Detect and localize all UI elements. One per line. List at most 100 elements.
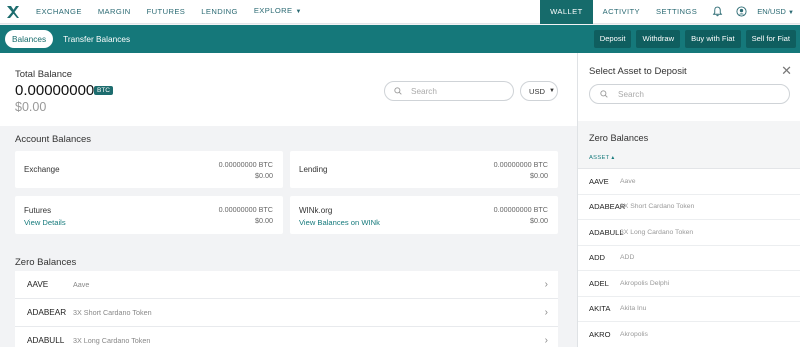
nav-lending[interactable]: LENDING <box>193 0 246 24</box>
search-input[interactable]: Search <box>384 81 514 101</box>
nav-exchange[interactable]: EXCHANGE <box>28 0 90 24</box>
asset-symbol: AKRO <box>589 329 611 339</box>
total-balance-usd: $0.00 <box>15 100 47 114</box>
fiat-select-value: USD <box>529 86 546 96</box>
list-item[interactable]: AKITA Akita Inu <box>578 296 800 322</box>
asset-search-input[interactable]: Search <box>589 84 790 104</box>
list-item[interactable]: ADABEAR 3X Short Cardano Token <box>578 194 800 220</box>
account-usd: $0.00 <box>530 216 548 225</box>
account-name: Futures <box>24 206 52 215</box>
nav-activity[interactable]: ACTIVITY <box>595 0 648 24</box>
logo-icon[interactable] <box>2 0 24 24</box>
main-nav: EXCHANGE MARGIN FUTURES LENDING EXPLORE ▼ <box>28 0 310 24</box>
deposit-button[interactable]: Deposit <box>593 30 632 48</box>
tab-balances[interactable]: Balances <box>5 30 54 48</box>
view-wink-balances-link[interactable]: View Balances on WINk <box>299 218 380 227</box>
sort-asset-header[interactable]: ASSET ▴ <box>589 155 615 161</box>
asset-name: 3X Short Cardano Token <box>620 203 695 211</box>
nav-explore[interactable]: EXPLORE ▼ <box>246 0 310 24</box>
main-content: Total Balance 0.00000000 BTC $0.00 Searc… <box>0 53 577 347</box>
account-icon[interactable] <box>729 0 753 24</box>
asset-symbol: ADABULL <box>27 336 65 345</box>
chevron-right-icon: › <box>544 307 548 318</box>
locale-label: EN/USD <box>757 7 786 16</box>
asset-name: 3X Long Cardano Token <box>620 228 694 236</box>
account-usd: $0.00 <box>255 216 273 225</box>
panel-zero-title: Zero Balances <box>589 133 649 143</box>
account-card-futures[interactable]: Futures View Details 0.00000000 BTC $0.0… <box>15 196 283 234</box>
asset-symbol: ADABEAR <box>27 308 67 317</box>
list-item[interactable]: ADD ADD <box>578 245 800 271</box>
btc-badge: BTC <box>94 86 113 95</box>
asset-name: Akropolis <box>620 330 648 338</box>
panel-zero-balances: Zero Balances ASSET ▴ AAVE Aave ADABEAR 3X… <box>578 121 800 347</box>
buy-with-fiat-button[interactable]: Buy with Fiat <box>685 30 741 48</box>
locale-selector[interactable]: EN/USD ▼ <box>753 7 800 16</box>
account-usd: $0.00 <box>530 171 548 180</box>
nav-explore-label: EXPLORE <box>253 6 293 15</box>
wallet-subnav: Balances Transfer Balances Deposit Withd… <box>0 25 800 53</box>
asset-name: 3X Long Cardano Token <box>73 336 151 345</box>
bell-icon[interactable] <box>705 0 729 24</box>
asset-column-header: ASSET ▴ <box>578 150 800 169</box>
account-card-wink[interactable]: WINk.org View Balances on WINk 0.0000000… <box>290 196 558 234</box>
top-nav: EXCHANGE MARGIN FUTURES LENDING EXPLORE ▼… <box>0 0 800 24</box>
list-item[interactable]: ADABEAR 3X Short Cardano Token › <box>15 299 558 327</box>
zero-balances-title: Zero Balances <box>15 257 77 268</box>
account-btc: 0.00000000 BTC <box>493 205 548 214</box>
chevron-right-icon: › <box>544 279 548 290</box>
asset-name: ADD <box>620 254 635 262</box>
view-details-link[interactable]: View Details <box>24 218 66 227</box>
account-name: WINk.org <box>299 206 333 215</box>
account-name: Lending <box>299 165 328 174</box>
search-placeholder: Search <box>411 86 437 96</box>
asset-symbol: AKITA <box>589 304 611 314</box>
list-item[interactable]: ADEL Akropolis Delphi <box>578 271 800 297</box>
total-balance-label: Total Balance <box>15 69 73 80</box>
account-name: Exchange <box>24 165 60 174</box>
asset-symbol: AAVE <box>589 176 609 186</box>
search-icon <box>394 82 402 100</box>
asset-symbol: ADABEAR <box>589 202 626 212</box>
wallet-actions: Deposit Withdraw Buy with Fiat Sell for … <box>593 30 796 48</box>
nav-settings[interactable]: SETTINGS <box>648 0 705 24</box>
account-card-exchange[interactable]: Exchange 0.00000000 BTC $0.00 <box>15 151 283 188</box>
list-item[interactable]: ADABULL 3X Long Cardano Token <box>578 220 800 246</box>
account-balances-title: Account Balances <box>15 134 92 145</box>
nav-margin[interactable]: MARGIN <box>90 0 139 24</box>
search-placeholder: Search <box>618 89 644 99</box>
list-item[interactable]: ADABULL 3X Long Cardano Token › <box>15 327 558 347</box>
list-item[interactable]: AAVE Aave <box>578 169 800 195</box>
account-btc: 0.00000000 BTC <box>218 160 273 169</box>
asset-name: Akita Inu <box>620 305 647 313</box>
caret-down-icon: ▼ <box>788 10 794 16</box>
asset-name: 3X Short Cardano Token <box>73 308 152 317</box>
sell-for-fiat-button[interactable]: Sell for Fiat <box>745 30 796 48</box>
chevron-right-icon: › <box>544 335 548 346</box>
asset-name: Akropolis Delphi <box>620 279 670 287</box>
nav-wallet[interactable]: WALLET <box>540 0 593 24</box>
caret-down-icon: ▼ <box>295 9 302 15</box>
list-item[interactable]: AAVE Aave › <box>15 271 558 299</box>
deposit-panel: Select Asset to Deposit ✕ Search Zero Ba… <box>577 53 800 347</box>
withdraw-button[interactable]: Withdraw <box>636 30 681 48</box>
fiat-select[interactable]: USD ▼ <box>520 81 558 101</box>
panel-title: Select Asset to Deposit <box>589 66 687 77</box>
asset-name: Aave <box>620 177 636 185</box>
asset-symbol: ADD <box>589 253 606 263</box>
tab-transfer-balances[interactable]: Transfer Balances <box>63 34 130 44</box>
total-balance-amount: 0.00000000 <box>15 82 95 99</box>
nav-right: WALLET ACTIVITY SETTINGS EN/USD ▼ <box>540 0 800 24</box>
zero-balances-list: AAVE Aave › ADABEAR 3X Short Cardano Tok… <box>15 271 558 347</box>
account-btc: 0.00000000 BTC <box>218 205 273 214</box>
asset-symbol: ADEL <box>589 278 609 288</box>
caret-down-icon: ▼ <box>549 88 555 94</box>
asset-symbol: AAVE <box>27 280 49 289</box>
list-item[interactable]: AKRO Akropolis <box>578 322 800 347</box>
close-icon[interactable]: ✕ <box>781 63 792 79</box>
nav-futures[interactable]: FUTURES <box>139 0 194 24</box>
asset-name: Aave <box>73 280 90 289</box>
account-card-lending[interactable]: Lending 0.00000000 BTC $0.00 <box>290 151 558 188</box>
account-usd: $0.00 <box>255 171 273 180</box>
total-balance-panel: Total Balance 0.00000000 BTC $0.00 Searc… <box>0 53 577 126</box>
